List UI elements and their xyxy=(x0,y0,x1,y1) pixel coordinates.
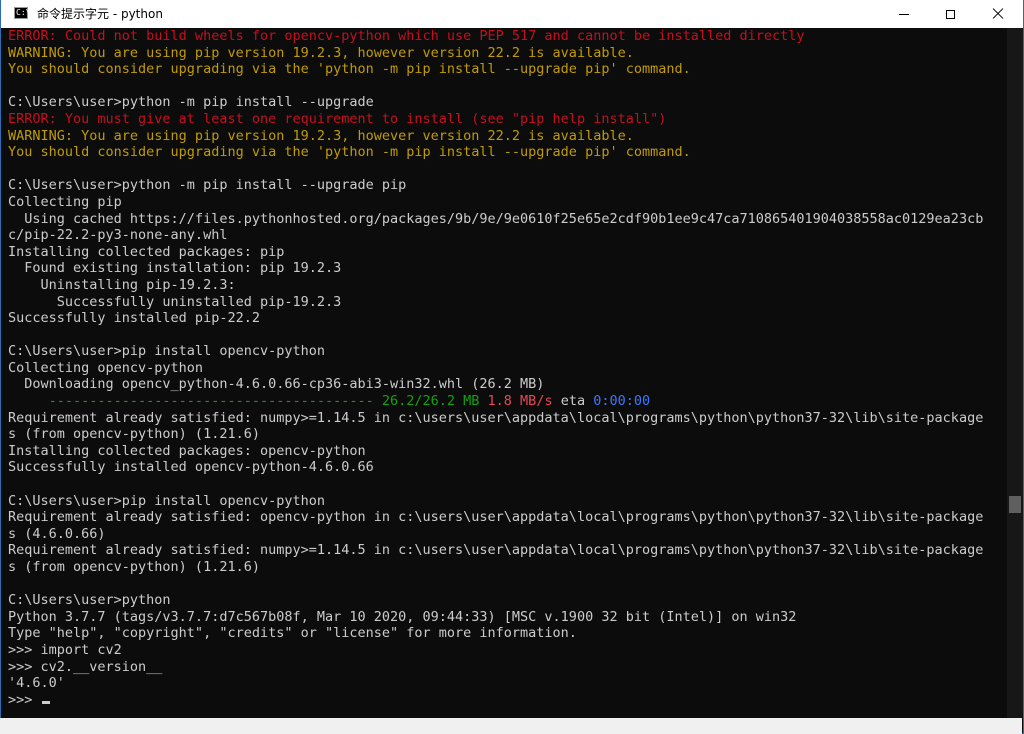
console-line: C:\Users\user>python xyxy=(8,592,1006,609)
console-text: WARNING: You are using pip version 19.2.… xyxy=(8,127,634,144)
console-line: Installing collected packages: pip xyxy=(8,244,1006,261)
console-line: s (from opencv-python) (1.21.6) xyxy=(8,559,1006,576)
console-text: >>> xyxy=(8,691,41,708)
console-text: Type "help", "copyright", "credits" or "… xyxy=(8,625,577,642)
console-text: ----------------------------------------… xyxy=(8,393,480,410)
console-line: ERROR: You must give at least one requir… xyxy=(8,111,1006,128)
console-text: C:\Users\user>pip install opencv-python xyxy=(8,492,325,509)
console-line: Collecting pip xyxy=(8,194,1006,211)
console-line: Collecting opencv-python xyxy=(8,360,1006,377)
console-line: Using cached https://files.pythonhosted.… xyxy=(8,211,1006,228)
console-line: >>> import cv2 xyxy=(8,642,1006,659)
console-text: s (from opencv-python) (1.21.6) xyxy=(8,426,260,443)
console-text: Found existing installation: pip 19.2.3 xyxy=(8,260,342,277)
console-line: Python 3.7.7 (tags/v3.7.7:d7c567b08f, Ma… xyxy=(8,609,1006,626)
console-text: C:\Users\user>pip install opencv-python xyxy=(8,343,325,360)
console-line: C:\Users\user>python -m pip install --up… xyxy=(8,177,1006,194)
console-text: Uninstalling pip-19.2.3: xyxy=(8,276,236,293)
console-text: Python 3.7.7 (tags/v3.7.7:d7c567b08f, Ma… xyxy=(8,608,797,625)
console-line: C:\Users\user>python -m pip install --up… xyxy=(8,94,1006,111)
console-line: WARNING: You are using pip version 19.2.… xyxy=(8,128,1006,145)
console-text: >>> import cv2 xyxy=(8,641,122,658)
console-text: '4.6.0' xyxy=(8,675,65,692)
cmd-icon: C:\ xyxy=(14,7,31,19)
command-prompt-window[interactable]: C:\ 命令提示字元 - python ERROR: Could not bui… xyxy=(0,0,1024,734)
console-text: 1.8 MB/s xyxy=(487,393,553,410)
console-text: s (from opencv-python) (1.21.6) xyxy=(8,559,260,575)
text-cursor xyxy=(41,700,50,704)
console-output[interactable]: ERROR: Could not build wheels for opencv… xyxy=(8,28,1006,718)
console-text: >>> cv2.__version__ xyxy=(8,658,163,675)
console-line: >>> cv2.__version__ xyxy=(8,659,1006,676)
minimize-button[interactable] xyxy=(881,0,927,28)
console-text: Downloading opencv_python-4.6.0.66-cp36-… xyxy=(8,376,545,393)
horizontal-scrollbar-area xyxy=(0,718,1022,734)
console-text: WARNING: You are using pip version 19.2.… xyxy=(8,44,634,61)
console-line: Requirement already satisfied: opencv-py… xyxy=(8,509,1006,526)
vertical-scrollbar[interactable] xyxy=(1007,28,1023,718)
console-text: Successfully uninstalled pip-19.2.3 xyxy=(8,293,342,310)
console-line: s (4.6.0.66) xyxy=(8,526,1006,543)
console-line: s (from opencv-python) (1.21.6) xyxy=(8,426,1006,443)
console-line: Downloading opencv_python-4.6.0.66-cp36-… xyxy=(8,376,1006,393)
console-line: ----------------------------------------… xyxy=(8,393,1006,410)
console-text: Collecting pip xyxy=(8,193,122,210)
console-line: Successfully installed opencv-python-4.6… xyxy=(8,459,1006,476)
console-line: Installing collected packages: opencv-py… xyxy=(8,443,1006,460)
console-text: Using cached https://files.pythonhosted.… xyxy=(8,210,984,227)
console-text: 0:00:00 xyxy=(593,393,651,410)
console-text: C:\Users\user>python -m pip install --up… xyxy=(8,177,407,194)
console-text: Requirement already satisfied: numpy>=1.… xyxy=(8,409,984,426)
minimize-icon xyxy=(899,13,909,15)
console-line: Requirement already satisfied: numpy>=1.… xyxy=(8,542,1006,559)
console-text: eta xyxy=(552,393,594,410)
close-icon xyxy=(992,8,1004,20)
console-line: c/pip-22.2-py3-none-any.whl xyxy=(8,227,1006,244)
console-line: Uninstalling pip-19.2.3: xyxy=(8,277,1006,294)
scrollbar-thumb[interactable] xyxy=(1009,496,1021,513)
console-text: Successfully installed pip-22.2 xyxy=(8,310,260,327)
maximize-button[interactable] xyxy=(927,0,973,28)
console-line: C:\Users\user>pip install opencv-python xyxy=(8,343,1006,360)
console-text: ERROR: Could not build wheels for opencv… xyxy=(8,28,805,44)
console-text: C:\Users\user>python xyxy=(8,592,171,609)
console-text: Requirement already satisfied: opencv-py… xyxy=(8,509,984,526)
console-line: C:\Users\user>pip install opencv-python xyxy=(8,493,1006,510)
console-line: '4.6.0' xyxy=(8,675,1006,692)
console-line: You should consider upgrading via the 'p… xyxy=(8,61,1006,78)
console-line: Successfully installed pip-22.2 xyxy=(8,310,1006,327)
console-line: WARNING: You are using pip version 19.2.… xyxy=(8,45,1006,62)
console-text: Collecting opencv-python xyxy=(8,359,204,376)
console-text: You should consider upgrading via the 'p… xyxy=(8,144,691,161)
console-text: C:\Users\user>python -m pip install --up… xyxy=(8,94,374,111)
title-bar[interactable]: C:\ 命令提示字元 - python xyxy=(1,0,1023,28)
console-text: s (4.6.0.66) xyxy=(8,525,106,542)
console-line: Type "help", "copyright", "credits" or "… xyxy=(8,625,1006,642)
console-text: ERROR: You must give at least one requir… xyxy=(8,110,667,127)
console-line: You should consider upgrading via the 'p… xyxy=(8,144,1006,161)
maximize-icon xyxy=(945,9,955,19)
console-text: Requirement already satisfied: numpy>=1.… xyxy=(8,542,984,559)
window-title: 命令提示字元 - python xyxy=(37,7,163,21)
console-text: Successfully installed opencv-python-4.6… xyxy=(8,459,374,476)
close-button[interactable] xyxy=(973,0,1023,28)
console-text: Installing collected packages: opencv-py… xyxy=(8,442,366,459)
console-line: Successfully uninstalled pip-19.2.3 xyxy=(8,294,1006,311)
console-text: c/pip-22.2-py3-none-any.whl xyxy=(8,227,228,244)
console-line: Found existing installation: pip 19.2.3 xyxy=(8,260,1006,277)
console-text: You should consider upgrading via the 'p… xyxy=(8,61,691,78)
console-line: ERROR: Could not build wheels for opencv… xyxy=(8,28,1006,45)
console-line: >>> xyxy=(8,692,1006,709)
console-text: Installing collected packages: pip xyxy=(8,243,285,260)
console-line: Requirement already satisfied: numpy>=1.… xyxy=(8,410,1006,427)
